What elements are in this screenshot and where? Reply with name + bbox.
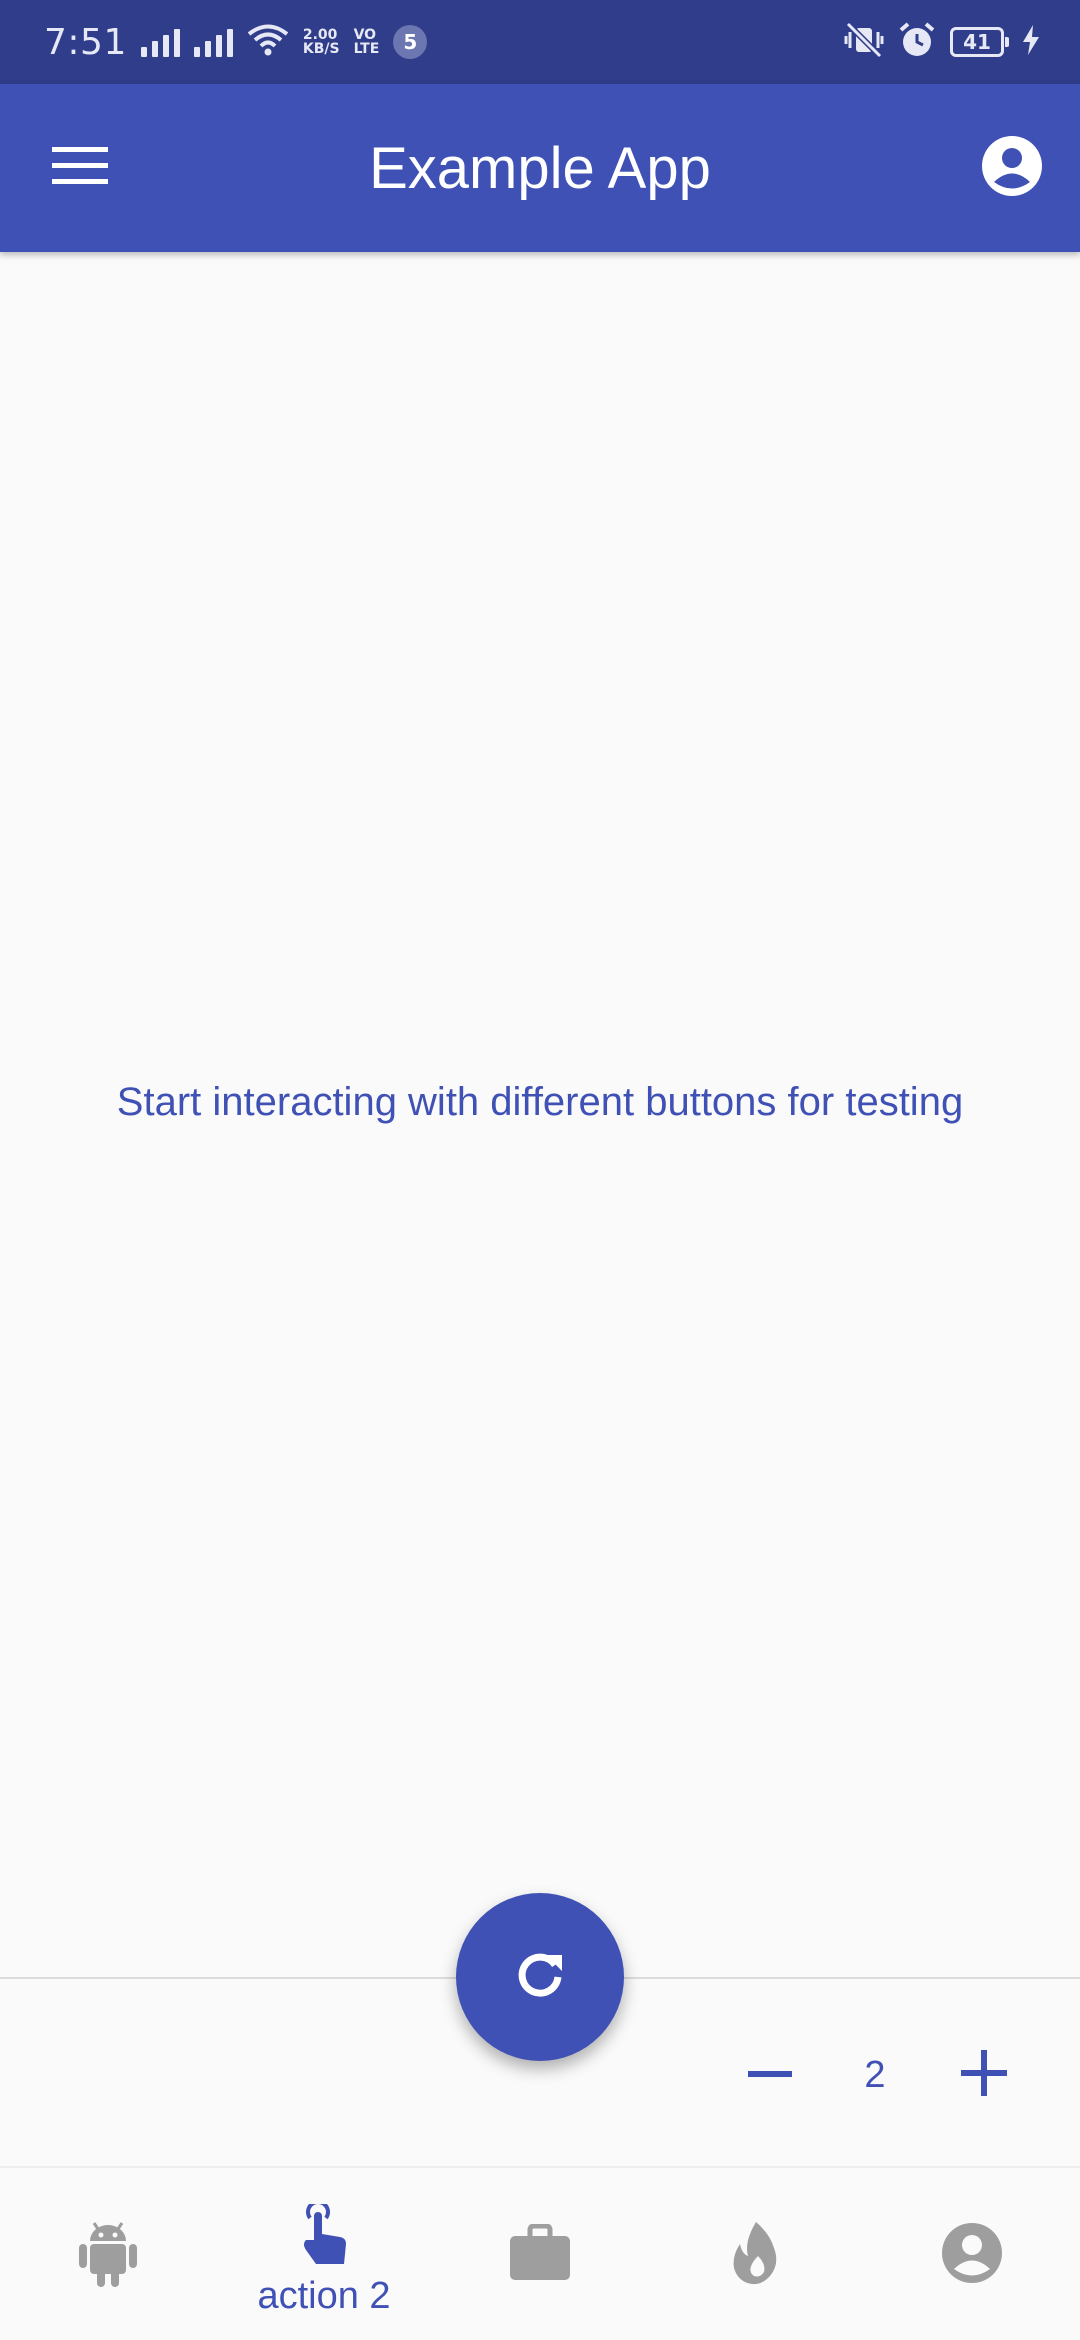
refresh-icon: [510, 1945, 570, 2010]
account-button[interactable]: [972, 128, 1052, 208]
status-bar-right: 41: [844, 21, 1040, 64]
touch-icon: [298, 2200, 350, 2273]
vibrate-off-icon: [844, 21, 884, 63]
account-circle-icon: [981, 135, 1043, 202]
data-speed-unit: KB/S: [302, 41, 340, 57]
flame-icon: [730, 2220, 782, 2291]
status-time: 7:51: [44, 21, 127, 63]
data-speed-indicator: 2.00 KB/S: [303, 28, 340, 56]
screen: 7:51 2.00 KB/S VO LTE 5 41 Example App S…: [0, 0, 1080, 2340]
app-title: Example App: [369, 135, 711, 201]
briefcase-icon: [508, 2223, 572, 2287]
increment-button[interactable]: [944, 2040, 1024, 2110]
refresh-fab[interactable]: [456, 1893, 624, 2061]
wifi-icon: [247, 23, 289, 62]
volte-indicator: VO LTE: [354, 28, 380, 56]
notification-count-badge: 5: [393, 25, 428, 59]
nav-item-action-2[interactable]: action 2: [216, 2168, 432, 2340]
account-circle-icon: [941, 2222, 1003, 2289]
alarm-icon: [898, 21, 936, 64]
signal-strength-icon: [193, 27, 233, 57]
android-icon: [76, 2217, 140, 2294]
nav-item-profile[interactable]: [864, 2168, 1080, 2340]
plus-icon: [961, 2049, 1007, 2101]
bottom-navigation: action 2: [0, 2166, 1080, 2340]
signal-strength-icon: [140, 27, 180, 57]
nav-item-label: action 2: [257, 2275, 391, 2317]
nav-item-work[interactable]: [432, 2168, 648, 2340]
stepper-value: 2: [864, 2053, 886, 2096]
status-bar-left: 7:51 2.00 KB/S VO LTE 5: [44, 21, 428, 63]
instruction-text: Start interacting with different buttons…: [116, 1080, 964, 1124]
status-bar: 7:51 2.00 KB/S VO LTE 5 41: [0, 0, 1080, 84]
nav-item-trending[interactable]: [648, 2168, 864, 2340]
battery-icon: 41: [950, 27, 1009, 57]
charging-icon: [1022, 24, 1040, 60]
data-speed-value: 2.00: [302, 27, 338, 43]
app-bar: Example App: [0, 84, 1080, 252]
nav-item-android[interactable]: [0, 2168, 216, 2340]
volte-bottom-label: LTE: [353, 41, 380, 57]
volte-top-label: VO: [353, 27, 377, 43]
decrement-button[interactable]: [730, 2040, 810, 2110]
minus-icon: [748, 2066, 792, 2084]
